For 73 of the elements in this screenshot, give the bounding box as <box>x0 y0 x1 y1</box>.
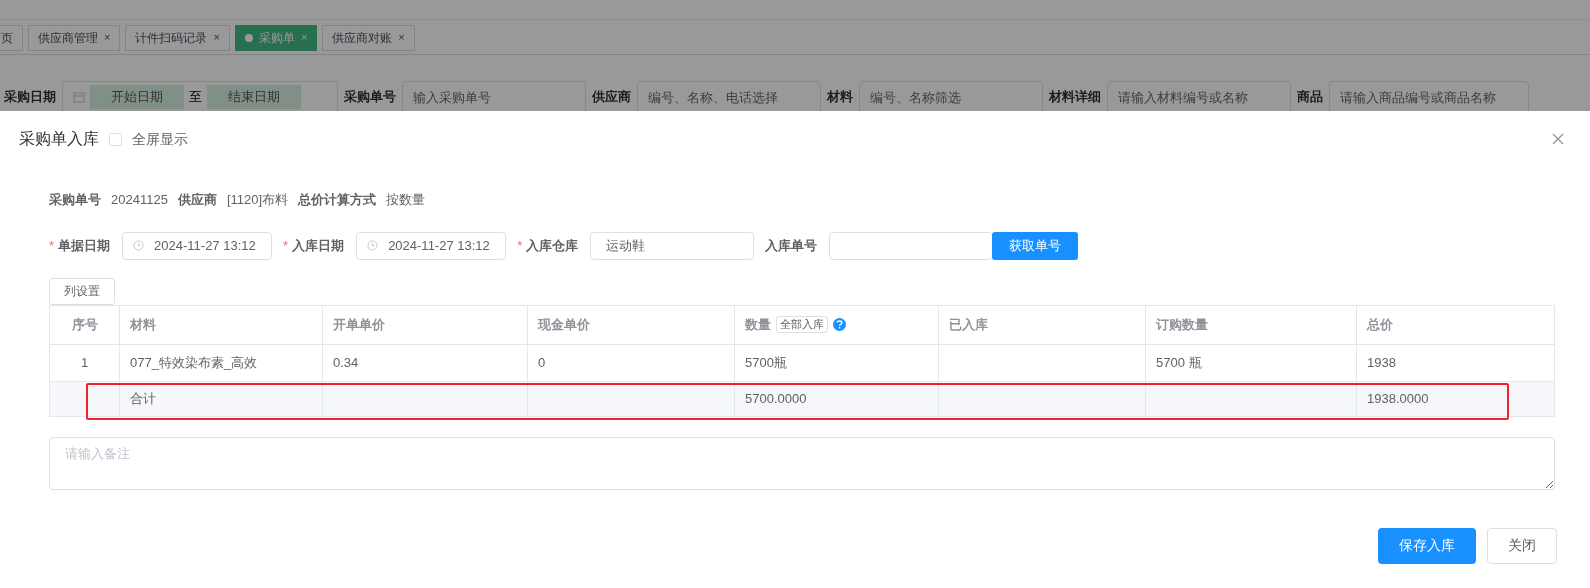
tab-close[interactable]: × <box>104 32 111 43</box>
form-label: 入库仓库 <box>526 236 579 255</box>
column-header: 现金单价 <box>527 305 735 344</box>
all-in-stock-button[interactable]: 全部入库 <box>776 316 828 333</box>
table-cell: 1 <box>49 344 120 381</box>
search-field[interactable]: 编号、名称筛选 <box>859 81 1043 111</box>
filter-label: 商品 <box>1297 88 1323 107</box>
clock-icon <box>367 240 379 251</box>
end-date-placeholder: 结束日期 <box>207 85 301 109</box>
search-field[interactable]: 请输入材料编号或名称 <box>1107 81 1291 111</box>
tab-close[interactable]: × <box>213 32 220 43</box>
search-field[interactable]: 输入采购单号 <box>402 81 586 111</box>
column-header: 序号 <box>49 305 120 344</box>
dialog-title: 采购单入库 <box>19 129 99 149</box>
date-value: 2024-11-27 13:12 <box>154 236 256 255</box>
input-field[interactable]: 运动鞋 <box>590 231 755 260</box>
form-label: 入库日期 <box>292 236 345 255</box>
date-value: 2024-11-27 13:12 <box>388 236 490 255</box>
tab[interactable]: 页 <box>0 24 23 51</box>
help-icon[interactable] <box>833 318 846 331</box>
date-range-field[interactable]: 开始日期 至 结束日期 <box>62 81 338 111</box>
form-label: 入库单号 <box>765 236 818 255</box>
required-mark: * <box>283 236 289 255</box>
filter-label: 材料详细 <box>1049 88 1101 107</box>
close-button[interactable]: 关闭 <box>1487 527 1557 564</box>
filter-label: 采购日期 <box>4 88 56 107</box>
clock-icon <box>133 240 145 251</box>
input-field[interactable] <box>829 231 994 260</box>
form-label: 单据日期 <box>58 236 111 255</box>
column-header: 总价 <box>1356 305 1555 344</box>
required-mark: * <box>49 236 55 255</box>
filter-label: 材料 <box>827 88 853 107</box>
start-date-placeholder: 开始日期 <box>90 85 184 109</box>
date-field[interactable]: 2024-11-27 13:12 <box>356 231 507 260</box>
tab[interactable]: 供应商管理 × <box>28 24 121 51</box>
date-field[interactable]: 2024-11-27 13:12 <box>122 231 273 260</box>
tab[interactable]: 计件扫码记录 × <box>125 24 230 51</box>
table-cell: 1938 <box>1356 344 1555 381</box>
table-cell: 0.34 <box>322 344 528 381</box>
summary-cell: 5700.0000 <box>734 381 939 416</box>
search-field[interactable]: 编号、名称、电话选择 <box>637 81 821 111</box>
column-header: 订购数量 <box>1145 305 1357 344</box>
checkbox[interactable] <box>109 132 122 146</box>
filter-label: 采购单号 <box>344 88 396 107</box>
column-header: 开单单价 <box>322 305 528 344</box>
checkbox-label[interactable]: 全屏显示 <box>132 128 188 150</box>
column-settings-button[interactable]: 列设置 <box>49 277 115 305</box>
tab-close[interactable]: × <box>398 32 405 43</box>
search-field[interactable]: 请输入商品编号或商品名称 <box>1329 81 1529 111</box>
table-cell: 5700 瓶 <box>1145 344 1357 381</box>
range-separator: 至 <box>189 88 202 107</box>
calendar-icon <box>73 91 85 103</box>
info-value: [1120]布料 <box>226 191 289 209</box>
remarks-field[interactable]: 请输入备注 <box>49 436 1555 490</box>
required-mark: * <box>517 236 523 255</box>
info-label: 采购单号 <box>49 191 101 209</box>
info-value: 按数量 <box>386 191 426 209</box>
info-label: 供应商 <box>177 191 217 209</box>
table-cell: 5700瓶 <box>734 344 939 381</box>
info-label: 总价计算方式 <box>298 191 377 209</box>
column-header: 数量 <box>745 315 771 334</box>
get-number-button[interactable]: 获取单号 <box>992 231 1079 260</box>
table-cell: 077_特效染布素_高效 <box>119 344 323 381</box>
info-value: 20241125 <box>111 191 168 209</box>
close-icon[interactable] <box>1552 133 1564 145</box>
summary-cell: 1938.0000 <box>1356 381 1555 416</box>
table-cell: 0 <box>527 344 735 381</box>
summary-cell: 合计 <box>119 381 323 416</box>
save-button[interactable]: 保存入库 <box>1378 527 1476 564</box>
column-header: 材料 <box>119 305 323 344</box>
column-header: 已入库 <box>938 305 1146 344</box>
filter-label: 供应商 <box>592 88 631 107</box>
tab[interactable]: 供应商对账 × <box>322 24 415 51</box>
